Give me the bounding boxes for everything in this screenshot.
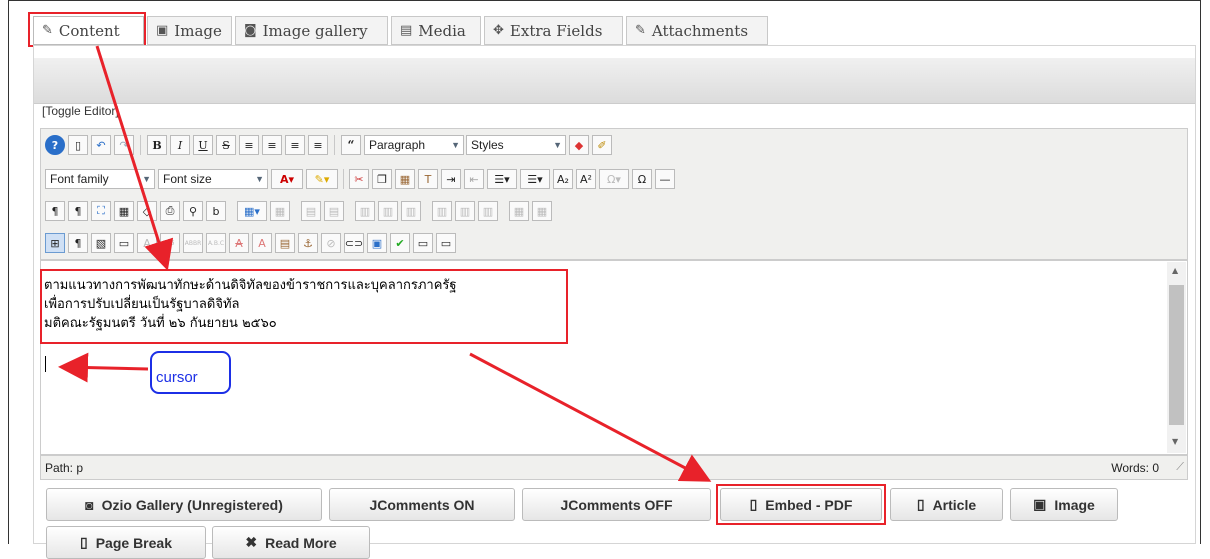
annotation-arrows bbox=[58, 45, 712, 482]
arrow-to-embed-pdf bbox=[469, 352, 712, 482]
arrow-to-cursor bbox=[58, 352, 149, 383]
arrow-to-editor bbox=[95, 45, 174, 271]
